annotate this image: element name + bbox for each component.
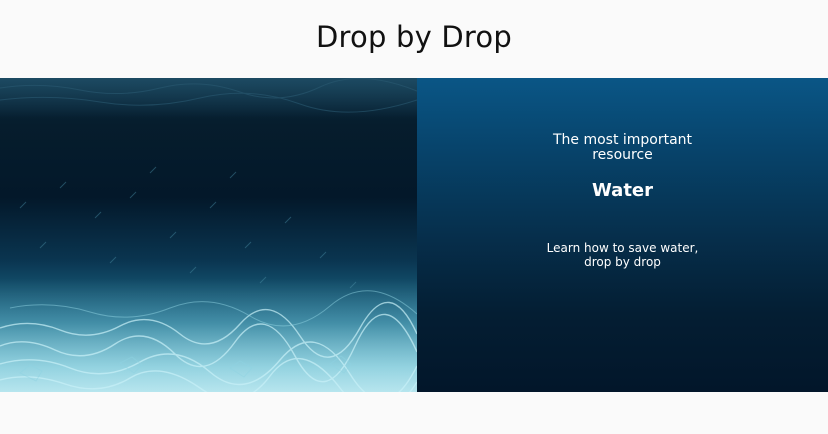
hero-section: The most important resource Water Learn … [0,78,828,392]
page-bottom-band [0,392,828,434]
resource-heading: Water [591,180,654,201]
hero-text-panel: The most important resource Water Learn … [417,78,828,392]
underwater-scene-illustration [0,78,417,392]
tagline: The most important resource [417,133,828,163]
site-header: Drop by Drop [0,0,828,78]
underwater-image [0,78,417,392]
cta-line-1: Learn how to save water, [546,241,699,255]
cta-text: Learn how to save water, drop by drop [417,241,828,269]
cta-line-2: drop by drop [584,255,661,269]
site-title: Drop by Drop [316,20,512,54]
tagline-line-2: resource [592,147,653,163]
tagline-line-1: The most important [552,132,693,148]
